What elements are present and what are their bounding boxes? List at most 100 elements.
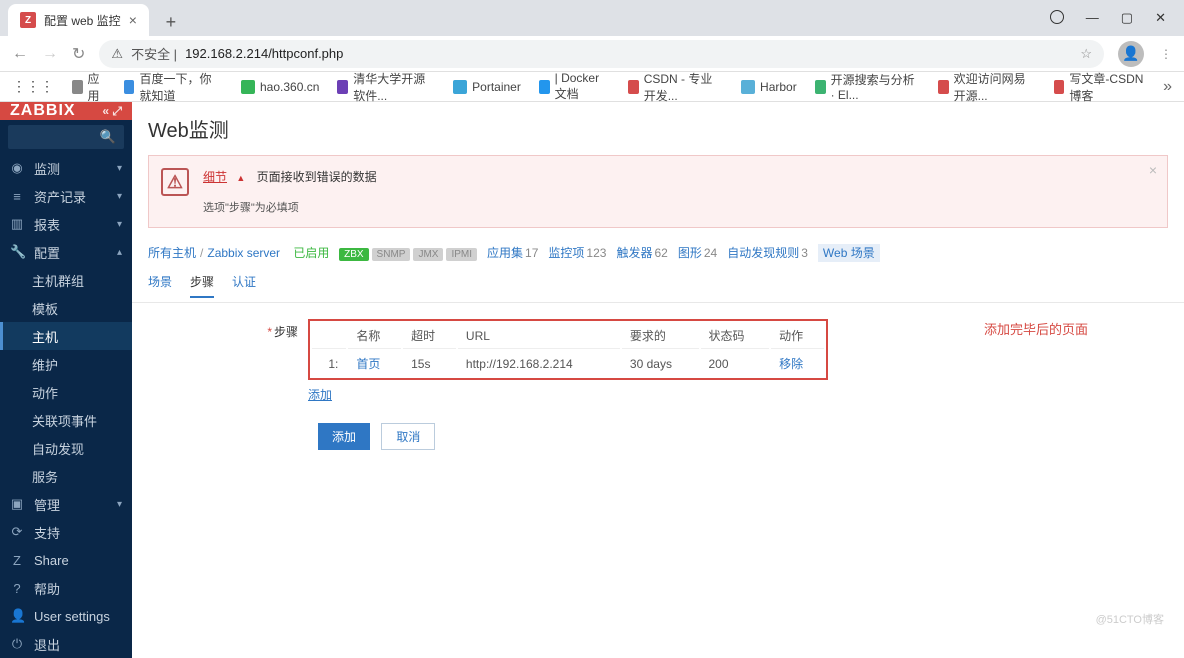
page-title: Web监测	[132, 102, 1184, 155]
url-prefix: 不安全 |	[131, 44, 177, 63]
details-link[interactable]: 细节	[203, 170, 227, 184]
tab-favicon: Z	[20, 12, 36, 28]
cancel-button[interactable]: 取消	[381, 423, 435, 450]
sidebar-subitem[interactable]: 维护	[0, 350, 132, 378]
col-header: 状态码	[701, 323, 770, 349]
menu-icon[interactable]: ⋮	[1160, 47, 1172, 61]
watermark: @51CTO博客	[1096, 611, 1164, 627]
star-icon[interactable]: ☆	[1080, 46, 1092, 62]
availability-badge: ZBX	[339, 248, 368, 261]
error-message: ⚠ 细节 ▲ 页面接收到错误的数据 选项"步骤"为必填项 ×	[148, 155, 1168, 228]
bookmark-item[interactable]: 欢迎访问网易开源...	[938, 70, 1036, 104]
crumb-link[interactable]: 图形	[678, 246, 702, 260]
annotation-text: 添加完毕后的页面	[984, 319, 1088, 338]
minimize-icon[interactable]: —	[1086, 10, 1099, 26]
browser-tab[interactable]: Z 配置 web 监控 ×	[8, 4, 149, 36]
url-text: 192.168.2.214/httpconf.php	[185, 46, 343, 61]
sidebar-footer-item[interactable]: ⏻退出	[0, 630, 132, 658]
add-step-link[interactable]: 添加	[308, 386, 332, 403]
sidebar-subitem[interactable]: 主机群组	[0, 266, 132, 294]
chevron-icon: ▴	[117, 247, 122, 258]
reload-icon[interactable]: ↻	[72, 44, 85, 64]
maximize-icon[interactable]: ▢	[1121, 10, 1133, 26]
bookmark-item[interactable]: Portainer	[453, 80, 521, 94]
steps-label: *步骤	[148, 319, 308, 340]
sidebar-subitem[interactable]: 模板	[0, 294, 132, 322]
menu-icon: ≡	[10, 189, 24, 204]
bookmark-item[interactable]: 写文章-CSDN博客	[1054, 70, 1146, 104]
search-icon: 🔍	[100, 129, 116, 145]
remove-link[interactable]: 移除	[779, 357, 803, 371]
menu-icon: ▥	[10, 216, 24, 232]
breadcrumb: 所有主机/Zabbix server 已启用 ZBXSNMPJMXIPMI应用集…	[132, 240, 1184, 265]
record-icon	[1050, 10, 1064, 24]
crumb-all-hosts[interactable]: 所有主机	[148, 246, 196, 260]
bookmark-item[interactable]: 开源搜索与分析 · El...	[815, 71, 920, 102]
bookmark-item[interactable]: 百度一下，你就知道	[124, 70, 223, 104]
crumb-host[interactable]: Zabbix server	[207, 246, 280, 260]
sidebar-footer-item[interactable]: ZShare	[0, 546, 132, 574]
enabled-label: 已启用	[293, 246, 329, 260]
error-detail: 选项"步骤"为必填项	[203, 199, 1155, 215]
sidebar-subitem[interactable]: 动作	[0, 378, 132, 406]
apps-icon[interactable]: ⋮⋮⋮	[12, 78, 54, 95]
collapse-icon[interactable]: « ⤢	[102, 104, 122, 119]
crumb-link[interactable]: 触发器	[616, 246, 652, 260]
logo-text: ZABBIX	[10, 102, 76, 120]
crumb-link[interactable]: 自动发现规则	[727, 246, 799, 260]
logo[interactable]: ZABBIX « ⤢	[0, 102, 132, 120]
sidebar-subitem[interactable]: 自动发现	[0, 434, 132, 462]
close-icon[interactable]: ×	[129, 12, 137, 28]
availability-badge: SNMP	[372, 248, 411, 261]
error-title: 页面接收到错误的数据	[257, 170, 377, 184]
tab[interactable]: 认证	[232, 273, 256, 296]
sidebar-search: 🔍	[0, 120, 132, 154]
chevron-icon: ▾	[117, 191, 122, 202]
col-header	[312, 323, 346, 349]
bookmark-item[interactable]: hao.360.cn	[241, 80, 319, 94]
chevron-icon: ▾	[117, 163, 122, 174]
sidebar-subitem[interactable]: 服务	[0, 462, 132, 490]
sidebar-item[interactable]: 🔧配置▴	[0, 238, 132, 266]
bookmark-item[interactable]: CSDN - 专业开发...	[628, 70, 723, 104]
col-header: 动作	[771, 323, 824, 349]
bookmark-overflow-icon[interactable]: »	[1163, 78, 1172, 96]
sidebar-footer-item[interactable]: ?帮助	[0, 574, 132, 602]
address-bar: ← → ↻ ⚠ 不安全 | 192.168.2.214/httpconf.php…	[0, 36, 1184, 72]
bookmark-item[interactable]: Harbor	[741, 80, 797, 94]
tab[interactable]: 步骤	[190, 273, 214, 298]
search-input[interactable]: 🔍	[8, 125, 124, 149]
crumb-link[interactable]: 应用集	[487, 246, 523, 260]
bookmark-item[interactable]: 清华大学开源软件...	[337, 70, 435, 104]
col-header: 超时	[403, 323, 456, 349]
sidebar-item[interactable]: ◉监测▾	[0, 154, 132, 182]
sidebar-item[interactable]: ≡资产记录▾	[0, 182, 132, 210]
crumb-link[interactable]: 监控项	[548, 246, 584, 260]
col-header: 要求的	[622, 323, 699, 349]
step-name-link[interactable]: 首页	[356, 357, 380, 371]
close-window-icon[interactable]: ✕	[1155, 10, 1166, 26]
menu-icon: 🔧	[10, 244, 24, 260]
bookmark-item[interactable]: | Docker 文档	[539, 71, 610, 102]
bookmark-item[interactable]: 应用	[72, 70, 106, 104]
sidebar-item[interactable]: ▣管理▾	[0, 490, 132, 518]
url-field[interactable]: ⚠ 不安全 | 192.168.2.214/httpconf.php ☆	[99, 40, 1104, 68]
sidebar-footer-item[interactable]: ⟳支持	[0, 518, 132, 546]
sidebar-item[interactable]: ▥报表▾	[0, 210, 132, 238]
chevron-icon: ▾	[117, 219, 122, 230]
submit-button[interactable]: 添加	[318, 423, 370, 450]
col-header: 名称	[348, 323, 401, 349]
bookmarks-bar: ⋮⋮⋮ 应用百度一下，你就知道 hao.360.cn 清华大学开源软件... Porta…	[0, 72, 1184, 102]
tab-title: 配置 web 监控	[44, 12, 121, 29]
sidebar-footer-item[interactable]: 👤User settings	[0, 602, 132, 630]
new-tab-button[interactable]: +	[157, 8, 185, 36]
close-icon[interactable]: ×	[1149, 162, 1157, 178]
profile-avatar[interactable]: 👤	[1118, 41, 1144, 67]
menu-icon: ◉	[10, 160, 24, 176]
forward-icon[interactable]: →	[42, 45, 58, 63]
sidebar-subitem[interactable]: 主机	[0, 322, 132, 350]
tab[interactable]: 场景	[148, 273, 172, 296]
crumb-active: Web 场景	[818, 244, 880, 262]
sidebar-subitem[interactable]: 关联项事件	[0, 406, 132, 434]
back-icon[interactable]: ←	[12, 45, 28, 63]
